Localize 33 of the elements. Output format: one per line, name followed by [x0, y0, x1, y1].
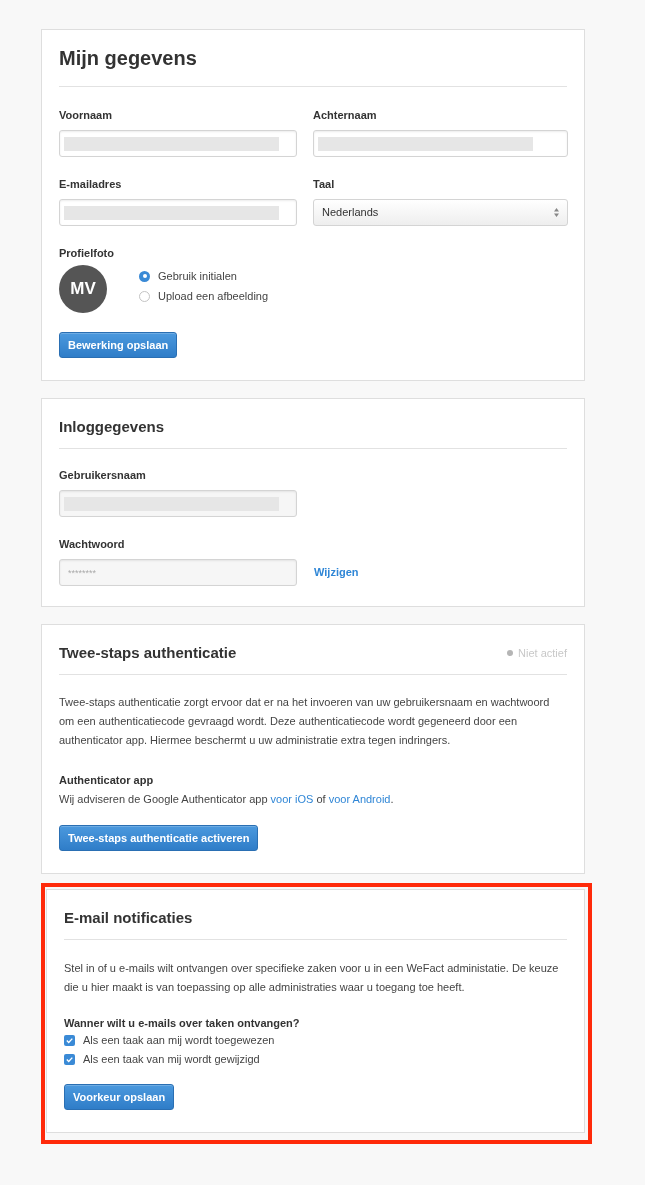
input-field[interactable] [59, 199, 297, 226]
subheading: Authenticator app [59, 773, 154, 788]
input-field[interactable] [59, 490, 297, 517]
checkbox-option[interactable]: Als een taak van mij wordt gewijzigd [64, 1052, 275, 1066]
description-text: Twee-staps authenticatie zorgt ervoor dat er na het invoeren van uw gebruikersnaam en wachtwoord om een authenticatiecode gevraagd wordt. Deze authenticatiecode wordt gegeneerd door een authenticator app. Hiermee beschermt u uw administratie extra tegen indringers. [59, 695, 551, 748]
field-label: E-mailadres [59, 177, 123, 191]
field-label: Gebruikersnaam [59, 468, 147, 482]
avatar-initials: MV [59, 265, 107, 313]
field-label: Wachtwoord [59, 537, 126, 551]
ios-link[interactable]: voor iOS [270, 793, 314, 805]
section-title: Mijn gegevens [59, 46, 197, 70]
field-label: Achternaam [313, 108, 378, 122]
radio-option[interactable]: Upload een afbeelding [139, 289, 269, 303]
question-label: Wanner wilt u e-mails over taken ontvangen? [64, 1016, 300, 1031]
section-title: E-mail notificaties [64, 909, 193, 927]
language-select[interactable]: Nederlands [313, 199, 568, 226]
save-button[interactable]: Bewerking opslaan [59, 332, 178, 358]
activate-button[interactable]: Twee-staps authenticatie activeren [59, 825, 259, 851]
sort-caret-icon [554, 208, 559, 217]
input-field[interactable] [59, 130, 297, 157]
change-link[interactable]: Wijzigen [314, 564, 359, 581]
recommendation-text: Wij adviseren de Google Authenticator app voor iOS of voor Android. [59, 792, 394, 807]
section-title: Twee-staps authenticatie [59, 644, 237, 662]
field-label: Voornaam [59, 108, 113, 122]
field-label: Profielfoto [59, 246, 115, 260]
field-label: Taal [313, 177, 336, 191]
checkbox-option[interactable]: Als een taak aan mij wordt toegewezen [64, 1033, 275, 1047]
radio-option[interactable]: Gebruik initialen [139, 269, 269, 283]
input-field[interactable] [313, 130, 568, 157]
description-text: Stel in of u e-mails wilt ontvangen over specifieke zaken voor u in een WeFact administatie. De keuze die u hier maakt is van toepassing op alle administraties waar u toegang toe heeft. [64, 961, 560, 995]
section-title: Inloggegevens [59, 418, 165, 436]
password-field[interactable]: ******** [59, 559, 297, 586]
save-preference-button[interactable]: Voorkeur opslaan [64, 1084, 175, 1110]
